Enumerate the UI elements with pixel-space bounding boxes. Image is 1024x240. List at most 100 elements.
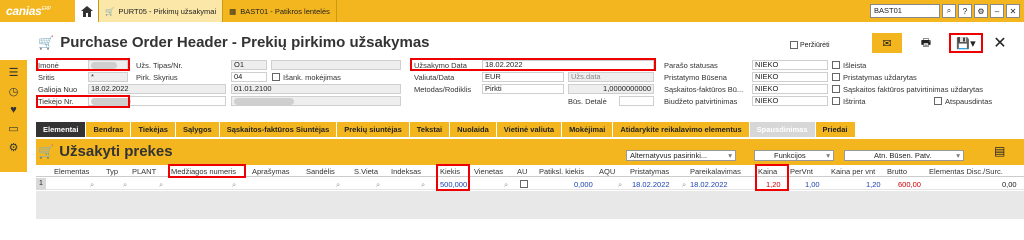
deleted-label: Ištrinta [843, 97, 866, 106]
tab-invoice-sender[interactable]: Sąskaitos-faktūros Siuntėjas [219, 122, 338, 137]
transaction-search-input[interactable]: BAST01 [870, 4, 940, 18]
search-icon[interactable]: ⌕ [942, 4, 956, 18]
chat-icon[interactable]: ▭ [8, 122, 18, 135]
au-checkbox[interactable] [520, 180, 528, 188]
print-icon: 🖶 [920, 36, 932, 49]
lookup-icon[interactable]: ⌕ [159, 180, 163, 190]
col-vienetas[interactable]: Vienetas [474, 167, 503, 176]
lookup-icon[interactable]: ⌕ [504, 180, 508, 190]
delivery-status-field[interactable]: NIEKO [752, 72, 828, 82]
minimize-icon[interactable]: – [990, 4, 1004, 18]
col-elementas[interactable]: Elementas [54, 167, 89, 176]
valid-to-field[interactable]: 01.01.2100 [231, 84, 401, 94]
col-svieta[interactable]: S.Vieta [354, 167, 378, 176]
col-unit-price[interactable]: Kaina per vnt [831, 167, 875, 176]
grid-settings-icon[interactable]: ▤ [994, 144, 1005, 158]
budget-approval-label: Biudžeto patvirtinimas [664, 97, 738, 106]
preview-check[interactable] [790, 41, 798, 49]
col-au[interactable]: AU [517, 167, 527, 176]
functions-dropdown[interactable]: Funkcijos ▾ [754, 150, 834, 161]
preview-checkbox[interactable]: Peržiūrėti [790, 41, 830, 49]
col-pristatymas[interactable]: Pristatymas [630, 167, 669, 176]
alternative-selection-dropdown[interactable]: Alternatyvus pasirinki... ▾ [626, 150, 736, 161]
col-sandelis[interactable]: Sandėlis [306, 167, 335, 176]
lookup-icon[interactable]: ⌕ [682, 180, 686, 190]
lookup-icon[interactable]: ⌕ [232, 180, 236, 190]
delivery-closed-checkbox[interactable] [832, 73, 840, 81]
history-icon[interactable]: ◷ [9, 85, 19, 98]
invoice-closed-checkbox[interactable] [832, 85, 840, 93]
purchase-dept-field[interactable]: 04 [231, 72, 267, 82]
rate-field[interactable]: 1,0000000000 [568, 84, 654, 94]
currency-field[interactable]: EUR [482, 72, 564, 82]
mail-button[interactable]: ✉ [872, 33, 902, 53]
lookup-icon[interactable]: ⌕ [336, 180, 340, 190]
col-brutto[interactable]: Brutto [887, 167, 907, 176]
tab-nuolaida[interactable]: Nuolaida [450, 122, 497, 137]
col-adjusted-qty[interactable]: Patiksl. kiekis [539, 167, 584, 176]
gross-cell[interactable]: 600,00 [898, 180, 921, 189]
home-icon[interactable] [75, 0, 99, 22]
printed-checkbox[interactable] [934, 97, 942, 105]
invoice-status-label: Sąskaitos-faktūros Bū... [664, 85, 744, 94]
tab-purt05[interactable]: 🛒 PURT05 - Pirkimų užsakymai [99, 0, 224, 22]
col-aprasymas[interactable]: Aprašymas [252, 167, 290, 176]
supplier-name-field[interactable] [231, 96, 401, 106]
lookup-icon[interactable]: ⌕ [376, 180, 380, 190]
delivery-date-cell[interactable]: 18.02.2022 [632, 180, 670, 189]
order-type-field[interactable]: O1 [231, 60, 267, 70]
tab-priedai[interactable]: Priedai [815, 122, 856, 137]
signature-status-field[interactable]: NIEKO [752, 60, 828, 70]
adjusted-qty-cell[interactable]: 0,000 [574, 180, 593, 189]
prepayment-checkbox[interactable] [272, 73, 280, 81]
col-pervnt[interactable]: PerVnt [790, 167, 813, 176]
requirement-date-cell[interactable]: 18.02.2022 [690, 180, 728, 189]
lookup-icon[interactable]: ⌕ [123, 180, 127, 190]
deleted-checkbox[interactable] [832, 97, 840, 105]
status-detail-field[interactable] [619, 96, 654, 106]
order-number-field[interactable] [271, 60, 401, 70]
print-button[interactable]: 🖶 [916, 33, 936, 53]
tab-mokejimai[interactable]: Mokėjimai [562, 122, 614, 137]
col-disc-surc[interactable]: Elementas Disc./Surc. [929, 167, 1003, 176]
tab-local-currency[interactable]: Vietinė valiuta [496, 122, 563, 137]
tab-tekstai[interactable]: Tekstai [409, 122, 451, 137]
tab-bendras[interactable]: Bendras [86, 122, 132, 137]
budget-approval-field[interactable]: NIEKO [752, 96, 828, 106]
tab-bast01[interactable]: ▦ BAST01 - Patikros lentelės [223, 0, 337, 22]
area-field[interactable]: * [88, 72, 128, 82]
close-window-icon[interactable]: ✕ [1006, 4, 1020, 18]
col-typ[interactable]: Typ [106, 167, 118, 176]
valid-from-field[interactable]: 18.02.2022 [88, 84, 226, 94]
tab-salygos[interactable]: Sąlygos [175, 122, 220, 137]
released-checkbox[interactable] [832, 61, 840, 69]
help-icon[interactable]: ? [958, 4, 972, 18]
col-aqu[interactable]: AQU [599, 167, 615, 176]
close-button[interactable]: ✕ [990, 33, 1010, 53]
tab-elementai[interactable]: Elementai [36, 122, 87, 137]
tab-goods-sender[interactable]: Prekių siuntėjas [337, 122, 410, 137]
list-icon[interactable]: ☰ [9, 66, 19, 79]
currency-date-field[interactable]: Užs.data [568, 72, 654, 82]
col-indeksas[interactable]: Indeksas [391, 167, 421, 176]
tab-tiekejas[interactable]: Tiekėjas [131, 122, 176, 137]
method-field[interactable]: Pirkti [482, 84, 564, 94]
lookup-icon[interactable]: ⌕ [90, 180, 94, 190]
approval-status-dropdown[interactable]: Atn. Būsen. Patv. ▾ [844, 150, 964, 161]
unit-price-cell[interactable]: 1,20 [866, 180, 881, 189]
network-icon[interactable]: ⚙ [9, 141, 19, 154]
lookup-icon[interactable]: ⌕ [421, 180, 425, 190]
favorite-icon[interactable]: ♥ [10, 104, 17, 116]
col-plant[interactable]: PLANT [132, 167, 156, 176]
tab-open-requirements[interactable]: Atidarykite reikalavimo elementus [613, 122, 750, 137]
disc-surc-cell[interactable]: 0,00 [1002, 180, 1017, 189]
settings-icon[interactable]: ⚙ [974, 4, 988, 18]
per-unit-cell[interactable]: 1,00 [805, 180, 820, 189]
method-label: Metodas/Rodiklis [414, 85, 472, 94]
lookup-icon[interactable]: ⌕ [618, 180, 622, 190]
printed-label: Atspausdintas [945, 97, 993, 106]
col-pareikalavimas[interactable]: Pareikalavimas [690, 167, 741, 176]
invoice-status-field[interactable]: NIEKO [752, 84, 828, 94]
table-row[interactable]: 1 ⌕ ⌕ ⌕ ⌕ ⌕ ⌕ ⌕ 500,000 ⌕ 0,000 ⌕ 18.02.… [36, 178, 1024, 190]
save-button[interactable]: 💾▾ [949, 33, 983, 53]
